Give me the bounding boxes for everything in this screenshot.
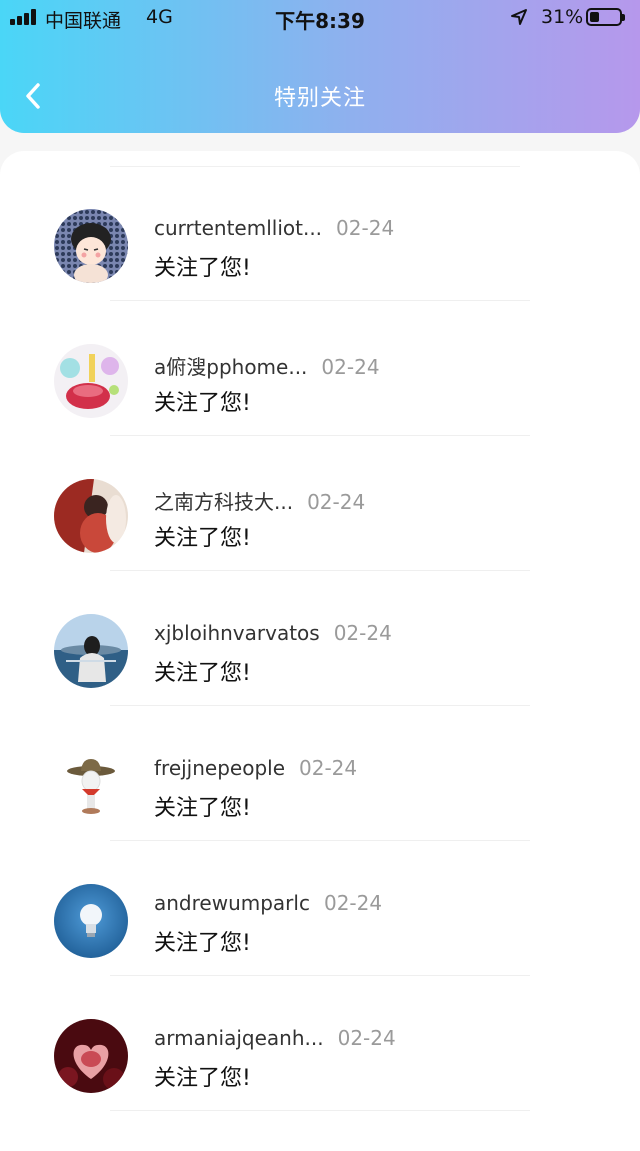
status-bar: 中国联通 4G 下午8:39 31% (0, 0, 640, 36)
list-item[interactable]: xjbloihnvarvatos 02-24 关注了您! (0, 571, 640, 706)
battery-icon (586, 8, 625, 26)
header-bar: 中国联通 4G 下午8:39 31% 特别关注 (0, 0, 640, 133)
row-divider (110, 1110, 530, 1111)
notification-message: 关注了您! (154, 796, 251, 821)
user-name[interactable]: a俯溲pphome... (154, 355, 307, 379)
avatar-image (54, 344, 128, 418)
notification-date: 02-24 (336, 216, 395, 240)
notification-message: 关注了您! (154, 661, 251, 686)
list-item[interactable]: 之南方科技大... 02-24 关注了您! (0, 436, 640, 571)
user-name[interactable]: frejjnepeople (154, 756, 285, 780)
battery-percent: 31% (541, 6, 584, 28)
avatar-image (54, 614, 128, 688)
notification-date: 02-24 (299, 756, 358, 780)
list-item[interactable]: currtentemlliot... 02-24 关注了您! (0, 166, 640, 301)
notification-message: 关注了您! (154, 391, 251, 416)
avatar[interactable] (54, 884, 128, 958)
notification-date: 02-24 (337, 1026, 396, 1050)
list-item[interactable]: a俯溲pphome... 02-24 关注了您! (0, 301, 640, 436)
notification-message: 关注了您! (154, 931, 251, 956)
avatar[interactable] (54, 344, 128, 418)
avatar-image (54, 209, 128, 283)
user-name[interactable]: 之南方科技大... (154, 490, 293, 514)
user-name[interactable]: andrewumparlc (154, 891, 310, 915)
notification-date: 02-24 (307, 490, 366, 514)
notification-message: 关注了您! (154, 526, 251, 551)
notification-date: 02-24 (323, 891, 383, 915)
user-name[interactable]: armaniajqeanh... (154, 1026, 324, 1050)
notification-date: 02-24 (333, 621, 392, 645)
avatar[interactable] (54, 614, 128, 688)
location-arrow-icon (511, 9, 527, 25)
page-title: 特别关注 (273, 86, 366, 111)
avatar-image (54, 749, 128, 823)
avatar[interactable] (54, 479, 128, 553)
user-name[interactable]: currtentemlliot... (154, 216, 322, 240)
notification-list: currtentemlliot... 02-24 关注了您! a俯溲pphome.… (0, 166, 640, 1111)
avatar-image (54, 479, 128, 553)
list-item[interactable]: andrewumparlc 02-24 关注了您! (0, 841, 640, 976)
avatar[interactable] (54, 1019, 128, 1093)
user-name[interactable]: xjbloihnvarvatos (154, 621, 320, 645)
avatar-image (54, 884, 128, 958)
avatar[interactable] (54, 749, 128, 823)
notification-date: 02-24 (321, 355, 380, 379)
notification-message: 关注了您! (154, 1066, 251, 1091)
avatar[interactable] (54, 209, 128, 283)
battery-level-fill (590, 12, 599, 22)
avatar-image (54, 1019, 128, 1093)
notification-message: 关注了您! (154, 256, 251, 281)
list-item[interactable]: armaniajqeanh... 02-24 关注了您! (0, 976, 640, 1111)
list-item[interactable]: frejjnepeople 02-24 关注了您! (0, 706, 640, 841)
